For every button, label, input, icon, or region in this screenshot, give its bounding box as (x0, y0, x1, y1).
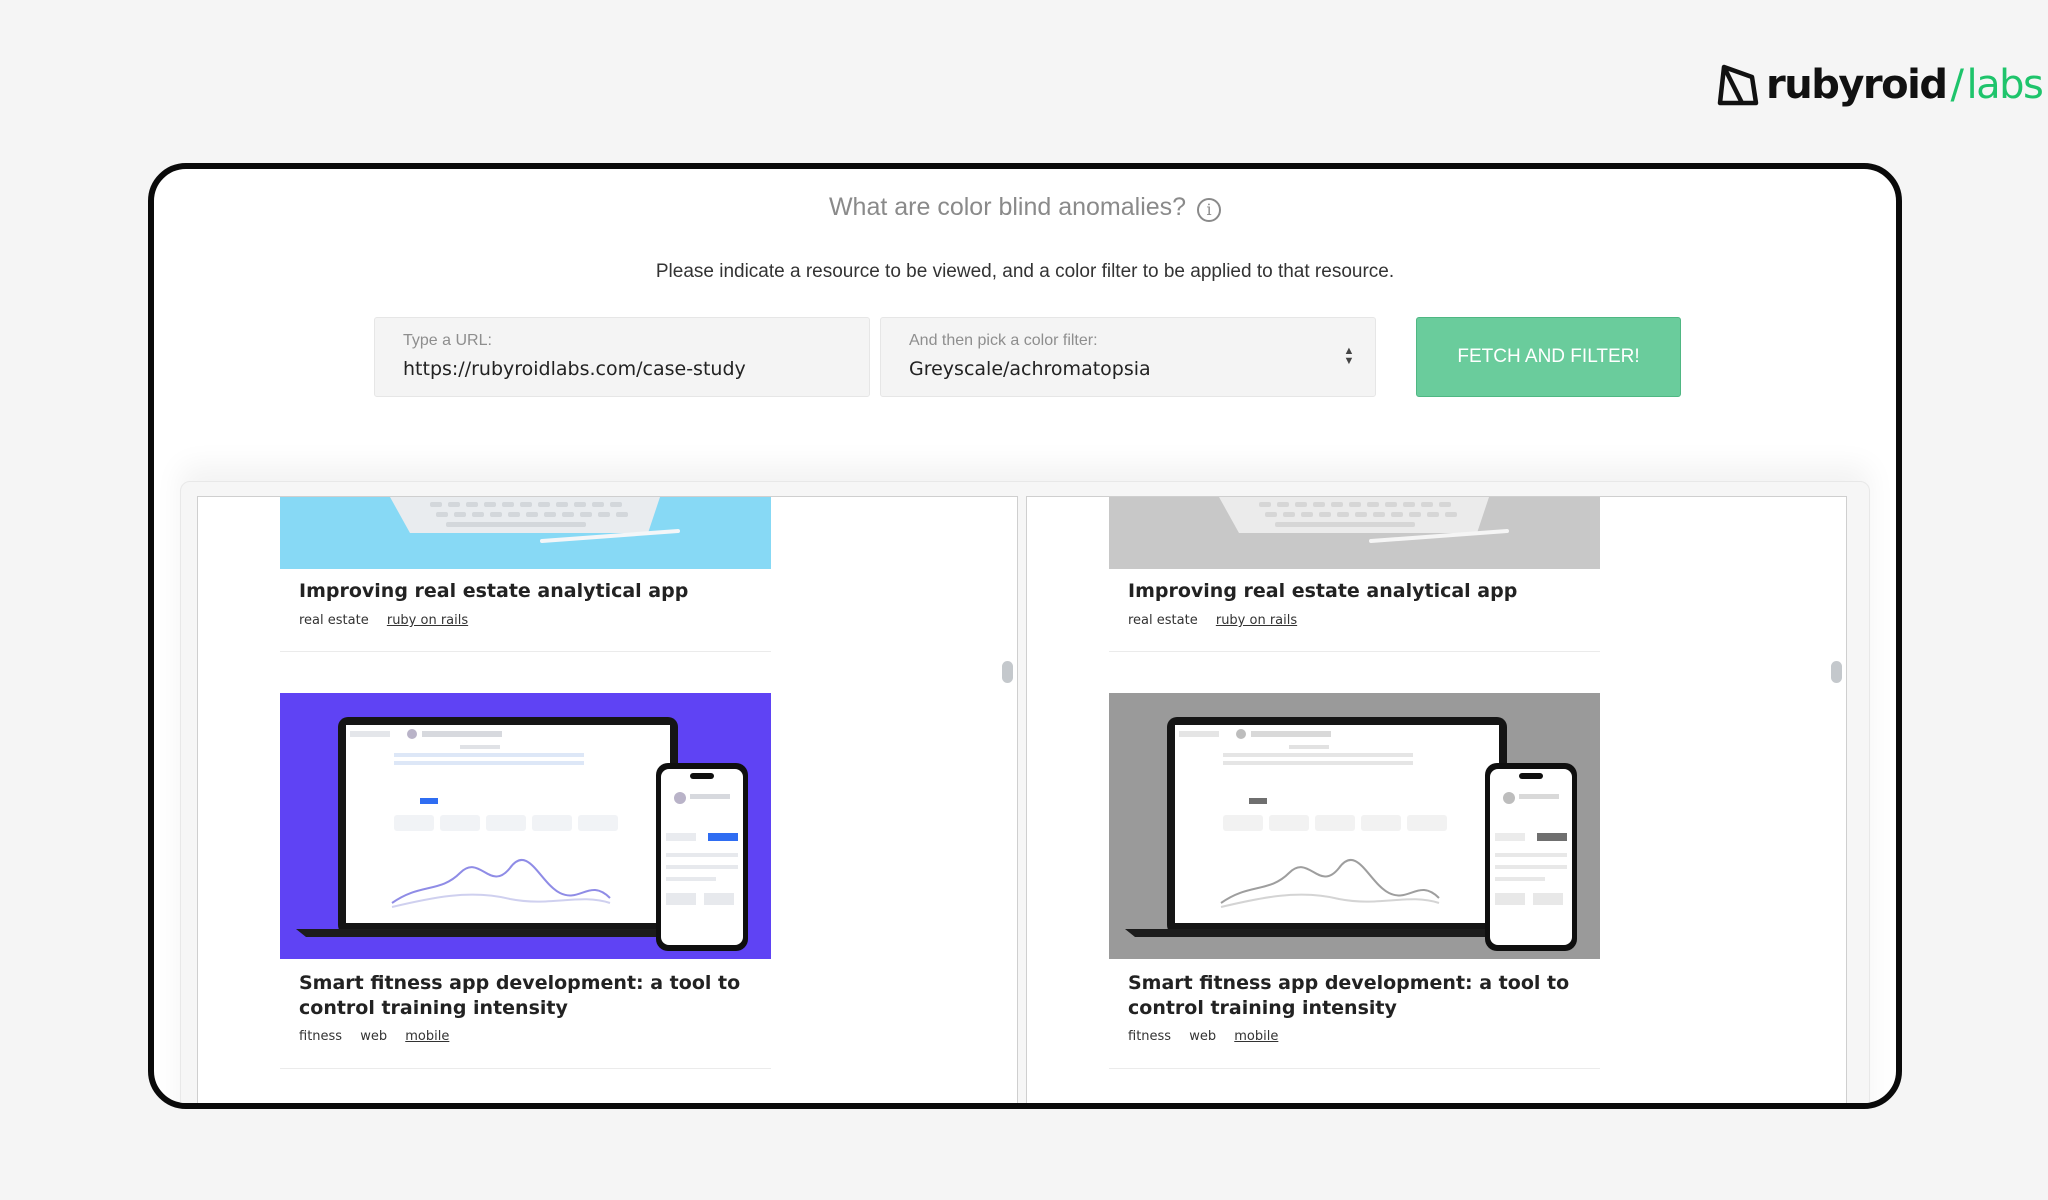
card-tags: real estate ruby on rails (299, 613, 482, 628)
tag: real estate (1128, 613, 1198, 628)
app-window: What are color blind anomalies? i Please… (148, 163, 1902, 1109)
tag: fitness (1128, 1029, 1172, 1044)
filtered-pane[interactable]: Improving real estate analytical app rea… (1026, 496, 1847, 1103)
logo-suffix: labs (1966, 62, 2043, 108)
tag-link[interactable]: ruby on rails (1216, 613, 1297, 628)
divider (280, 651, 771, 652)
original-pane[interactable]: Improving real estate analytical app rea… (197, 496, 1018, 1103)
url-input[interactable]: https://rubyroidlabs.com/case-study (403, 358, 841, 380)
page-subtitle: Please indicate a resource to be viewed,… (655, 261, 1395, 282)
info-icon[interactable]: i (1197, 198, 1222, 222)
card-title[interactable]: Improving real estate analytical app (1128, 579, 1517, 604)
color-filter-select[interactable]: And then pick a color filter: Greyscale/… (880, 317, 1376, 397)
divider (1109, 1068, 1600, 1069)
logo-word: rubyroid (1766, 62, 1948, 108)
case-study-image-tablet[interactable] (280, 497, 771, 569)
page-title-text: What are color blind anomalies? (828, 193, 1187, 221)
page-title: What are color blind anomalies? i (154, 193, 1896, 222)
url-label: Type a URL: (403, 332, 492, 349)
divider (280, 1068, 771, 1069)
divider (1109, 651, 1600, 652)
filter-selected-value: Greyscale/achromatopsia (909, 358, 1151, 380)
tag-link[interactable]: mobile (405, 1029, 449, 1044)
url-field[interactable]: Type a URL: https://rubyroidlabs.com/cas… (374, 317, 870, 397)
tag: fitness (299, 1029, 343, 1044)
card-tags: fitness web mobile (299, 1029, 463, 1044)
scrollbar-thumb[interactable] (1831, 661, 1842, 683)
case-study-image-laptop-phone[interactable] (280, 693, 771, 959)
card-title[interactable]: Smart fitness app development: a tool to… (1128, 971, 1588, 1021)
scrollbar-thumb[interactable] (1002, 661, 1013, 683)
logo-mark-icon (1717, 64, 1759, 106)
logo-slash: / (1950, 62, 1963, 108)
tag: web (1189, 1029, 1217, 1044)
case-study-image-tablet[interactable] (1109, 497, 1600, 569)
filter-label: And then pick a color filter: (909, 332, 1098, 349)
fetch-and-filter-button[interactable]: FETCH AND FILTER! (1416, 317, 1681, 397)
card-title[interactable]: Smart fitness app development: a tool to… (299, 971, 759, 1021)
card-tags: fitness web mobile (1128, 1029, 1292, 1044)
tag-link[interactable]: mobile (1234, 1029, 1278, 1044)
comparison-area: Improving real estate analytical app rea… (180, 481, 1870, 1103)
card-title[interactable]: Improving real estate analytical app (299, 579, 688, 604)
tag: real estate (299, 613, 369, 628)
tag: web (360, 1029, 388, 1044)
card-tags: real estate ruby on rails (1128, 613, 1311, 628)
rubyroid-labs-logo[interactable]: rubyroid / labs (1714, 58, 2044, 112)
case-study-image-laptop-phone[interactable] (1109, 693, 1600, 959)
select-arrows-icon: ▲ ▼ (1343, 345, 1355, 367)
tag-link[interactable]: ruby on rails (387, 613, 468, 628)
